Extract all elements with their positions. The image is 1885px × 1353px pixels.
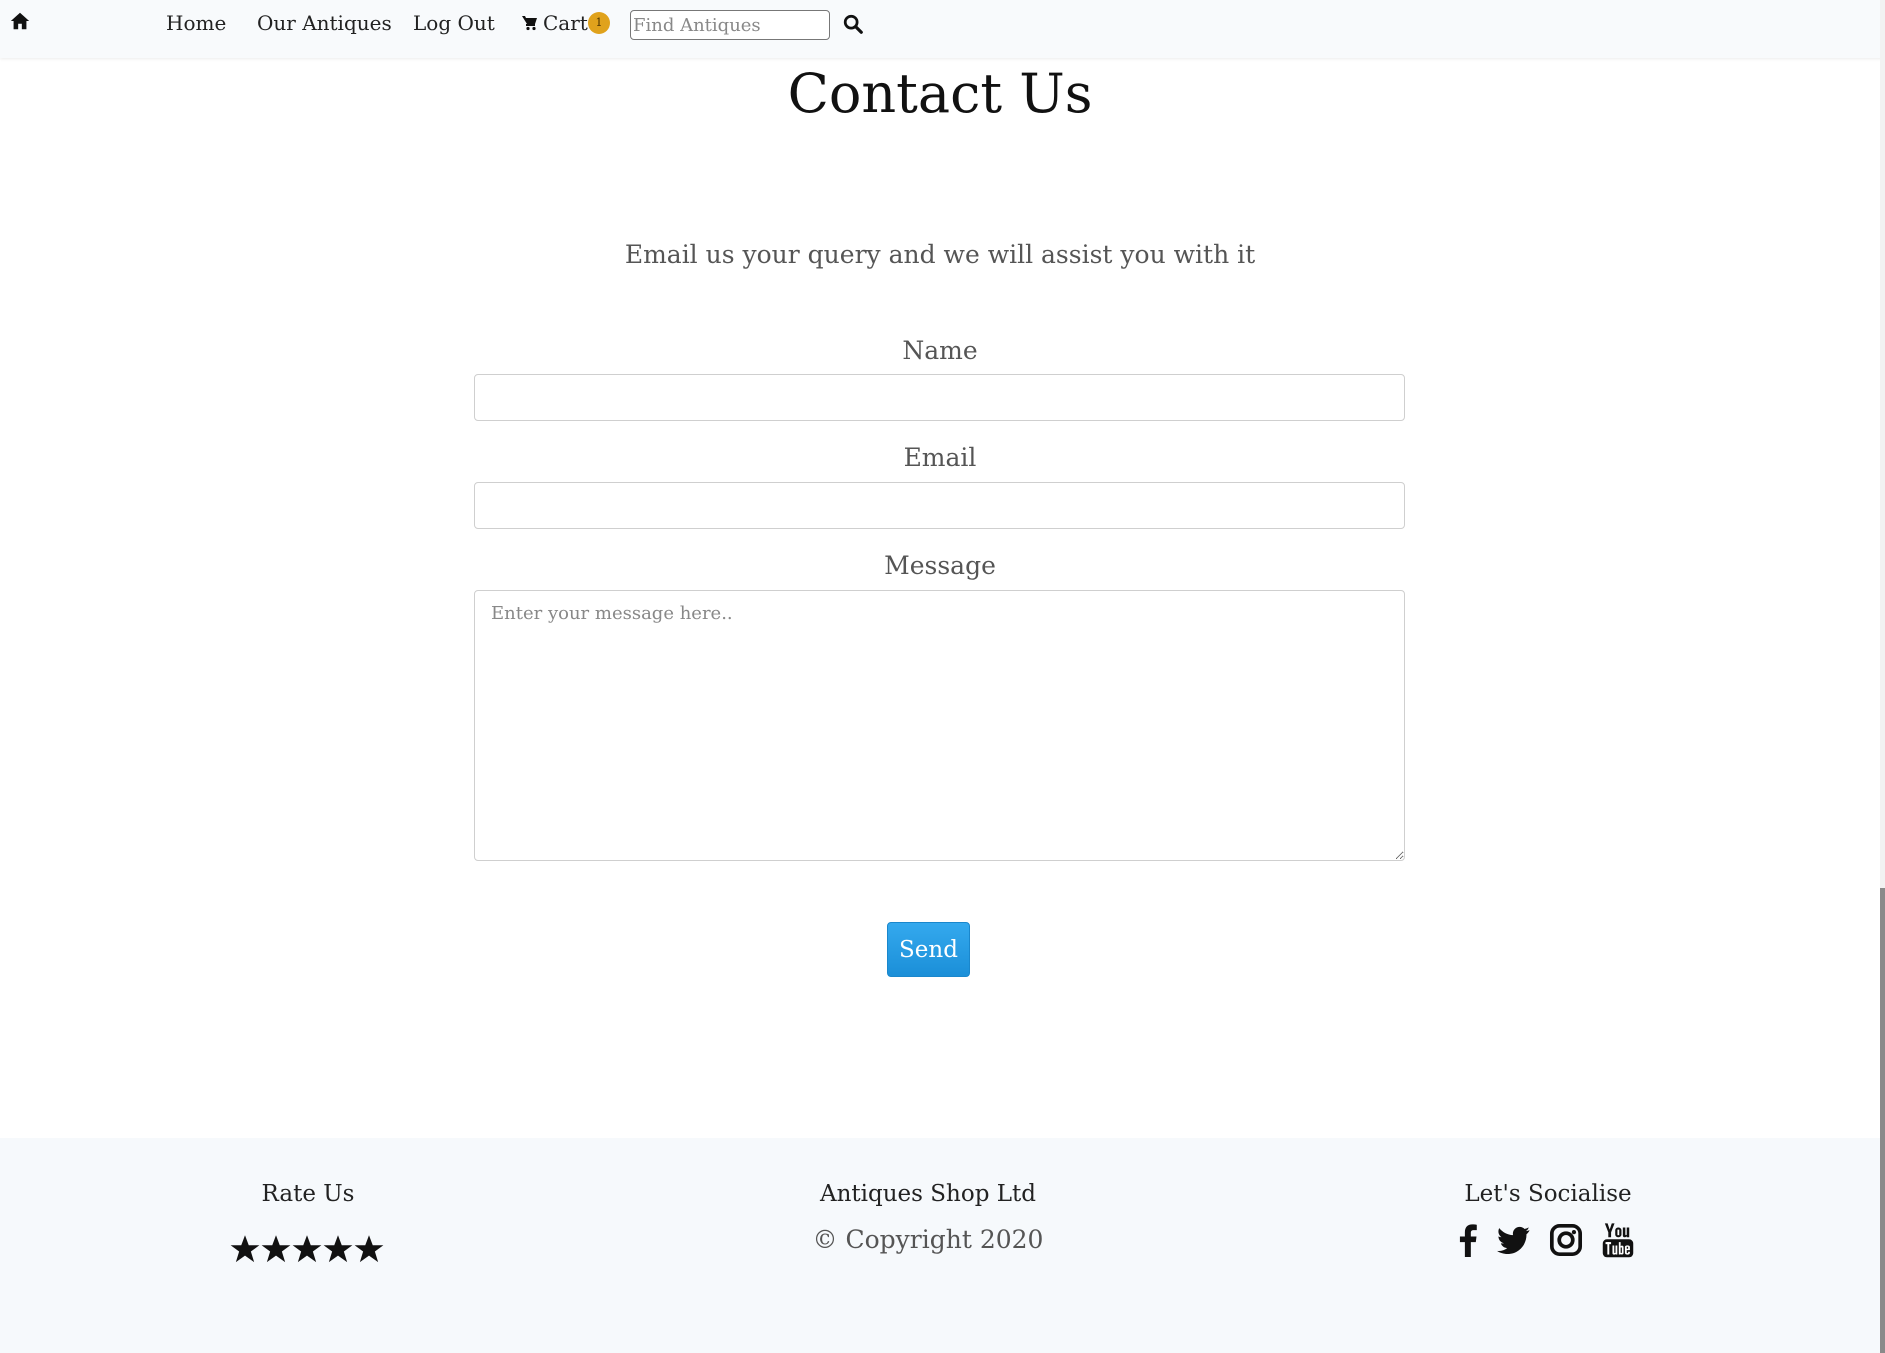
star-icon[interactable] — [354, 1234, 384, 1264]
name-label: Name — [902, 336, 978, 365]
navbar: Home Our Antiques Log Out Cart 1 — [0, 0, 1885, 58]
send-button[interactable]: Send — [887, 922, 970, 977]
intro-text: Email us your query and we will assist y… — [624, 240, 1256, 269]
company-name: Antiques Shop Ltd — [820, 1181, 1036, 1207]
rate-us-heading: Rate Us — [261, 1181, 355, 1207]
twitter-icon[interactable] — [1497, 1222, 1531, 1258]
star-icon[interactable] — [261, 1234, 291, 1264]
email-field[interactable] — [474, 482, 1405, 529]
nav-cart-link[interactable]: Cart — [543, 11, 588, 35]
search-icon[interactable] — [842, 13, 864, 35]
nav-log-out-link[interactable]: Log Out — [413, 11, 495, 35]
star-icon[interactable] — [292, 1234, 322, 1264]
nav-home-link[interactable]: Home — [166, 11, 226, 35]
star-icon[interactable] — [230, 1234, 260, 1264]
star-rating[interactable] — [230, 1234, 388, 1266]
facebook-icon[interactable] — [1451, 1222, 1485, 1258]
instagram-icon[interactable] — [1549, 1222, 1583, 1258]
socialise-heading: Let's Socialise — [1464, 1181, 1632, 1207]
scrollbar-thumb[interactable] — [1880, 888, 1885, 1353]
search-input[interactable] — [630, 10, 830, 40]
star-icon[interactable] — [323, 1234, 353, 1264]
cart-count-badge: 1 — [588, 12, 610, 34]
email-label: Email — [903, 443, 977, 472]
copyright-text: © Copyright 2020 — [812, 1225, 1044, 1254]
nav-our-antiques-link[interactable]: Our Antiques — [257, 11, 392, 35]
cart-icon[interactable] — [522, 15, 538, 31]
page-title: Contact Us — [787, 62, 1093, 125]
message-label: Message — [884, 551, 996, 580]
footer: Rate Us Antiques Shop Ltd © Copyright 20… — [0, 1138, 1880, 1353]
name-field[interactable] — [474, 374, 1405, 421]
message-field[interactable] — [474, 590, 1405, 861]
home-icon[interactable] — [9, 10, 31, 32]
youtube-icon[interactable] — [1601, 1222, 1635, 1258]
